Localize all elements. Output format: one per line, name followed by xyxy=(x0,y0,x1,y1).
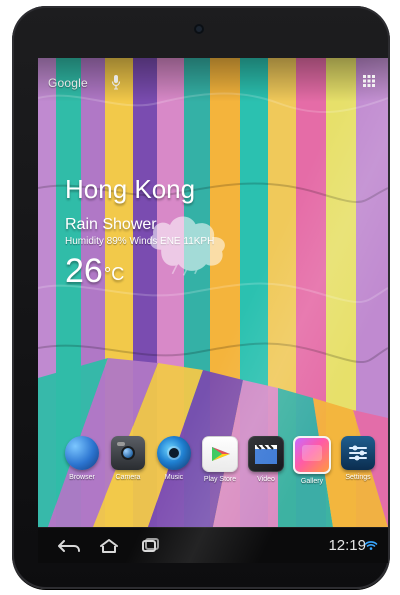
mic-icon[interactable] xyxy=(110,74,122,90)
dock-item-settings[interactable]: Settings xyxy=(334,436,382,498)
google-search-label[interactable]: Google xyxy=(48,76,88,90)
dock-label: Browser xyxy=(69,474,95,481)
tablet-screen: Google Hong Kong Rain Shower Humidity 89… xyxy=(38,58,388,563)
weather-city: Hong Kong xyxy=(65,174,196,204)
dock-label: Settings xyxy=(345,474,371,481)
system-navbar: 12:19 xyxy=(38,527,388,563)
weather-cloud-icon xyxy=(149,216,225,276)
music-icon xyxy=(157,436,191,470)
dock-item-music[interactable]: Music xyxy=(150,436,198,498)
camera-icon xyxy=(111,436,145,470)
play-store-icon xyxy=(202,436,238,472)
front-camera xyxy=(194,24,204,34)
back-icon[interactable] xyxy=(56,536,82,556)
dock-label: Music xyxy=(164,474,184,481)
dock-label: Gallery xyxy=(300,478,324,485)
video-clapper-icon xyxy=(248,436,284,472)
dock-item-play-store[interactable]: Play Store xyxy=(196,436,244,498)
dock-label: Play Store xyxy=(203,476,237,483)
status-time: 12:19 xyxy=(328,537,366,554)
settings-icon xyxy=(341,436,375,470)
home-icon[interactable] xyxy=(96,536,122,556)
dock-item-video[interactable]: Video xyxy=(242,436,290,498)
dock-item-gallery[interactable]: Gallery xyxy=(288,436,336,498)
dock-item-browser[interactable]: Browser xyxy=(58,436,106,498)
recents-icon[interactable] xyxy=(136,536,162,556)
top-gradient xyxy=(38,58,388,102)
tablet-device: Google Hong Kong Rain Shower Humidity 89… xyxy=(12,6,390,589)
dock-item-camera[interactable]: Camera xyxy=(104,436,152,498)
weather-temperature: 26 xyxy=(65,252,103,290)
browser-globe-icon xyxy=(65,436,99,470)
dock: Browser Camera Music Play Store Video Ga… xyxy=(46,436,380,498)
apps-grid-icon[interactable] xyxy=(362,74,376,88)
weather-unit: °C xyxy=(104,264,125,284)
gallery-icon xyxy=(293,436,331,474)
wifi-icon xyxy=(364,541,378,550)
dock-label: Video xyxy=(257,476,275,483)
dock-label: Camera xyxy=(115,474,141,481)
